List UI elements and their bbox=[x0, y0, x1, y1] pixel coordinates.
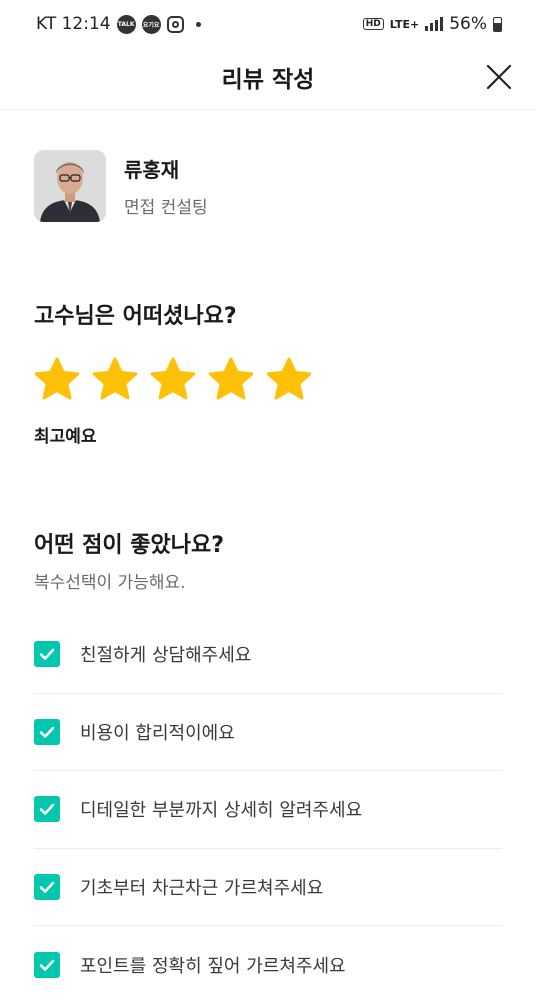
more-notifications-dot-icon bbox=[195, 21, 201, 27]
status-bar: KT 12:14 TALK 요기요 HD LTE+ 56% bbox=[0, 0, 536, 48]
page-title: 리뷰 작성 bbox=[221, 67, 315, 93]
checkbox-checked-icon[interactable] bbox=[34, 641, 60, 668]
star-icon[interactable] bbox=[148, 356, 198, 402]
option-label: 비용이 합리적이에요 bbox=[80, 722, 235, 744]
option-item[interactable]: 기초부터 차근차근 가르쳐주세요 bbox=[34, 849, 502, 926]
avatar bbox=[34, 150, 106, 222]
talk-notification-icon: TALK bbox=[116, 14, 136, 34]
star-icon[interactable] bbox=[206, 356, 256, 402]
hd-icon: HD bbox=[362, 18, 384, 30]
option-label: 포인트를 정확히 짚어 가르쳐주세요 bbox=[80, 955, 346, 977]
signal-icon bbox=[425, 17, 444, 31]
good-points-question: 어떤 점이 좋았나요? bbox=[34, 533, 225, 558]
status-carrier-time: KT 12:14 bbox=[36, 14, 111, 34]
checkbox-checked-icon[interactable] bbox=[34, 951, 60, 978]
option-item[interactable]: 디테일한 부분까지 상세히 알려주세요 bbox=[34, 771, 502, 849]
option-label: 디테일한 부분까지 상세히 알려주세요 bbox=[80, 800, 363, 822]
status-right: HD LTE+ 56% bbox=[362, 14, 502, 34]
checkbox-checked-icon[interactable] bbox=[34, 718, 60, 745]
app-notification-icon: 요기요 bbox=[141, 14, 161, 34]
lte-icon: LTE+ bbox=[389, 17, 420, 31]
close-icon[interactable] bbox=[484, 62, 514, 92]
page-header: 리뷰 작성 bbox=[0, 48, 536, 110]
expert-service: 면접 컨설팅 bbox=[124, 198, 208, 218]
checkbox-checked-icon[interactable] bbox=[34, 796, 60, 823]
profile-text: 류홍재 면접 컨설팅 bbox=[124, 154, 208, 218]
status-left: KT 12:14 TALK 요기요 bbox=[36, 14, 201, 34]
instagram-icon bbox=[166, 15, 184, 33]
option-item[interactable]: 비용이 합리적이에요 bbox=[34, 694, 502, 771]
expert-profile: 류홍재 면접 컨설팅 bbox=[34, 150, 208, 222]
rating-question: 고수님은 어떠셨나요? bbox=[34, 304, 237, 329]
option-item[interactable]: 친절하게 상담해주세요 bbox=[34, 616, 502, 694]
good-points-options: 친절하게 상담해주세요 비용이 합리적이에요 디테일한 부분까지 상세히 알려주… bbox=[34, 616, 502, 1000]
option-item[interactable]: 포인트를 정확히 짚어 가르쳐주세요 bbox=[34, 926, 502, 1000]
option-label: 친절하게 상담해주세요 bbox=[80, 645, 252, 667]
expert-name: 류홍재 bbox=[124, 158, 180, 182]
battery-percent: 56% bbox=[449, 14, 487, 34]
star-icon[interactable] bbox=[90, 356, 140, 402]
star-icon[interactable] bbox=[32, 356, 82, 402]
avatar-photo bbox=[34, 150, 106, 222]
rating-label: 최고예요 bbox=[34, 427, 97, 447]
good-points-subtitle: 복수선택이 가능해요. bbox=[34, 573, 186, 593]
option-label: 기초부터 차근차근 가르쳐주세요 bbox=[80, 877, 324, 899]
checkbox-checked-icon[interactable] bbox=[34, 873, 60, 900]
battery-icon bbox=[493, 16, 502, 32]
star-icon[interactable] bbox=[264, 356, 314, 402]
star-rating[interactable] bbox=[32, 356, 314, 402]
